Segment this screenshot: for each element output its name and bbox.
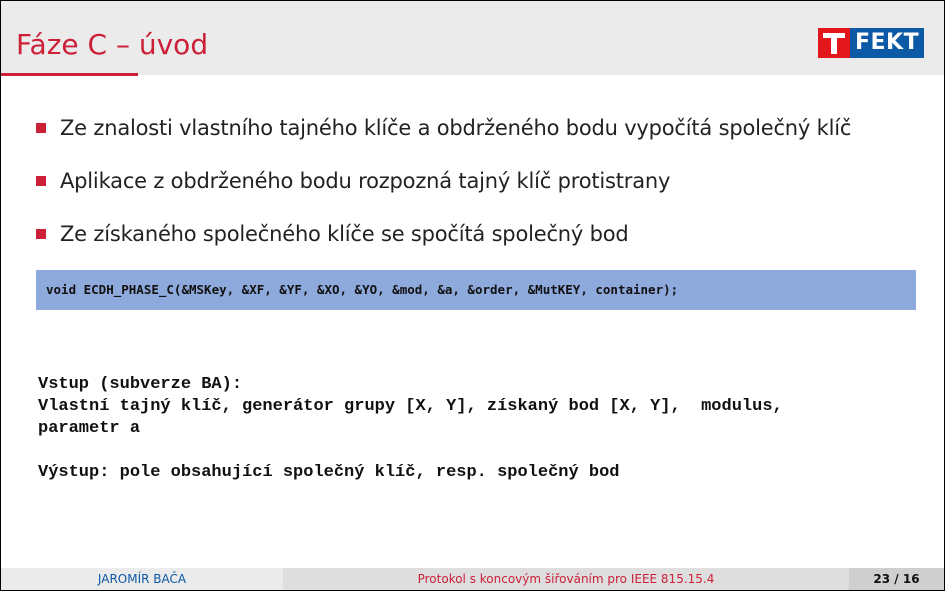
input-line: parametr a [38,419,141,438]
output-line: Výstup: pole obsahující společný klíč, r… [38,463,620,482]
bullet-marker-icon [36,123,46,133]
slide-footer: JAROMÍR BAČA Protokol s koncovým šiřován… [1,568,944,590]
slide: Fáze C – úvod FEKT Ze znalosti vlastního… [0,0,945,591]
title-underline [1,73,138,76]
input-heading: Vstup (subverze BA): [38,375,243,394]
input-line: Vlastní tajný klíč, generátor grupy [X, … [38,397,783,416]
bullet-item: Ze znalosti vlastního tajného klíče a ob… [36,113,851,166]
bullet-marker-icon [36,176,46,186]
bullet-marker-icon [36,229,46,239]
bullet-item: Ze získaného společného klíče se spočítá… [36,219,851,272]
code-block: void ECDH_PHASE_C(&MSKey, &XF, &YF, &XO,… [36,270,916,310]
slide-title: Fáze C – úvod [16,28,209,61]
footer-author: JAROMÍR BAČA [1,568,283,590]
bullet-text: Ze získaného společného klíče se spočítá… [60,222,629,246]
fekt-logo-mark-icon [818,28,850,58]
footer-talk-title: Protokol s koncovým šiřováním pro IEEE 8… [283,568,849,590]
fekt-logo: FEKT [818,28,925,58]
function-signature: void ECDH_PHASE_C(&MSKey, &XF, &YF, &XO,… [46,282,679,297]
bullet-list: Ze znalosti vlastního tajného klíče a ob… [36,113,851,272]
bullet-text: Aplikace z obdrženého bodu rozpozná tajn… [60,169,671,193]
io-description: Vstup (subverze BA): Vlastní tajný klíč,… [38,374,783,484]
t-mark-icon [823,33,845,54]
bullet-item: Aplikace z obdrženého bodu rozpozná tajn… [36,166,851,219]
bullet-text: Ze znalosti vlastního tajného klíče a ob… [60,116,852,140]
footer-page-number: 23 / 16 [849,568,944,590]
fekt-logo-text: FEKT [850,28,925,58]
slide-header: Fáze C – úvod FEKT [1,1,944,76]
